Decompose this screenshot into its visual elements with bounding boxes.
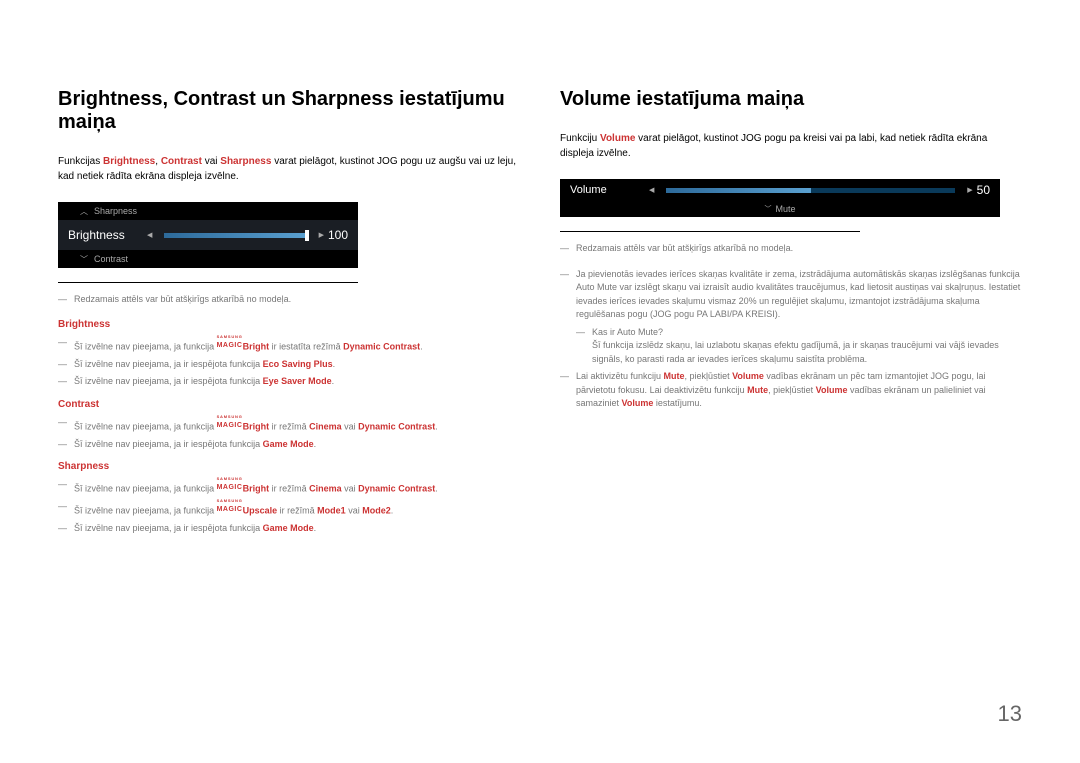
right-column: Volume iestatījuma maiņa Funkciju Volume… [560, 88, 1022, 540]
brightness-value: 100 [328, 228, 348, 242]
volume-value: 50 [977, 183, 990, 197]
contrast-note-1: ― Šī izvēlne nav pieejama, ja funkcija S… [58, 416, 520, 434]
volume-label: Volume [570, 184, 645, 196]
model-note-right: ― Redzamais attēls var būt atšķirīgs atk… [560, 242, 1022, 256]
volume-osd: Volume ◀ ▶ 50 ﹀ Mute [560, 179, 1000, 217]
osd-main-label: Brightness [68, 228, 143, 242]
triangle-right-icon: ▶ [967, 186, 972, 194]
brightness-note-3: ― Šī izvēlne nav pieejama, ja ir iespējo… [58, 375, 520, 389]
sharpness-note-2: ― Šī izvēlne nav pieejama, ja funkcija S… [58, 500, 520, 518]
chevron-down-icon: ﹀ [764, 204, 771, 214]
osd-main-row: Brightness ◀ ▶ 100 [58, 220, 358, 250]
sharpness-note-3: ― Šī izvēlne nav pieejama, ja ir iespējo… [58, 522, 520, 536]
volume-slider [666, 188, 955, 193]
brightness-osd: ︿ Sharpness Brightness ◀ ▶ 100 ﹀ Contras… [58, 202, 358, 268]
mute-activate-note: ― Lai aktivizētu funkciju Mute, piekļūst… [560, 370, 1022, 411]
brightness-slider [164, 233, 306, 238]
divider [560, 231, 860, 232]
mute-row: ﹀ Mute [560, 201, 1000, 217]
right-intro: Funkciju Volume varat pielāgot, kustinot… [560, 131, 1022, 161]
automute-note: ― Ja pievienotās ievades ierīces skaņas … [560, 268, 1022, 322]
brightness-note-1: ― Šī izvēlne nav pieejama, ja funkcija S… [58, 336, 520, 354]
contrast-note-2: ― Šī izvēlne nav pieejama, ja ir iespējo… [58, 438, 520, 452]
page-number: 13 [998, 701, 1022, 727]
contrast-subhead: Contrast [58, 399, 520, 410]
osd-down-row: ﹀ Contrast [58, 250, 358, 268]
sharpness-note-1: ― Šī izvēlne nav pieejama, ja funkcija S… [58, 478, 520, 496]
left-heading: Brightness, Contrast un Sharpness iestat… [58, 88, 520, 134]
osd-up-row: ︿ Sharpness [58, 202, 358, 220]
triangle-left-icon: ◀ [649, 186, 654, 194]
chevron-down-icon: ﹀ [80, 254, 88, 265]
brightness-subhead: Brightness [58, 319, 520, 330]
model-note: ― Redzamais attēls var būt atšķirīgs atk… [58, 293, 520, 307]
triangle-left-icon: ◀ [147, 231, 152, 239]
brightness-note-2: ― Šī izvēlne nav pieejama, ja ir iespējo… [58, 358, 520, 372]
whatis-automute: ― Kas ir Auto Mute? Šī funkcija izslēdz … [576, 326, 1022, 367]
divider [58, 282, 358, 283]
sharpness-subhead: Sharpness [58, 461, 520, 472]
left-intro: Funkcijas Brightness, Contrast vai Sharp… [58, 154, 520, 184]
triangle-right-icon: ▶ [319, 231, 324, 239]
right-heading: Volume iestatījuma maiņa [560, 88, 1022, 111]
left-column: Brightness, Contrast un Sharpness iestat… [58, 88, 520, 540]
chevron-up-icon: ︿ [80, 206, 88, 217]
